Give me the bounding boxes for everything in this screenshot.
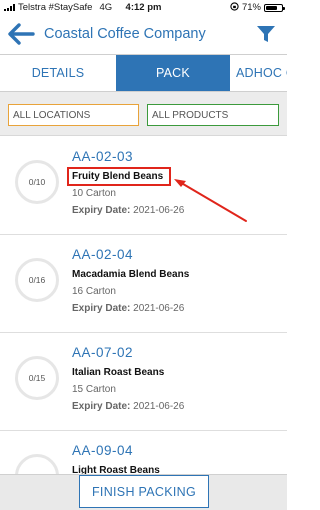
- status-bar: Telstra #StaySafe 4G 4:12 pm 71%: [0, 0, 287, 15]
- expiry-value: 2021-06-26: [133, 205, 185, 216]
- footer-bar: FINISH PACKING: [0, 474, 287, 510]
- status-right: 71%: [230, 1, 285, 14]
- battery-percent: 71%: [241, 2, 261, 13]
- locations-select[interactable]: ALL LOCATIONS: [8, 104, 139, 126]
- item-expiry: Expiry Date: 2021-06-26: [72, 303, 184, 314]
- progress-ring: 0/10: [15, 160, 59, 204]
- page-title: Coastal Coffee Company: [44, 25, 206, 42]
- filter-bar: ALL LOCATIONS ALL PRODUCTS: [0, 92, 287, 136]
- item-product-name: Macadamia Blend Beans: [72, 269, 190, 280]
- battery-icon: [264, 3, 285, 12]
- expiry-label: Expiry Date:: [72, 205, 131, 216]
- item-expiry: Expiry Date: 2021-06-26: [72, 401, 184, 412]
- progress-ring: 0/15: [15, 356, 59, 400]
- tab-bar: DETAILS PACK ADHOC C: [0, 54, 287, 92]
- list-item[interactable]: 0/10 AA-02-03 Fruity Blend Beans 10 Cart…: [0, 137, 287, 235]
- lock-rotation-icon: [230, 1, 239, 14]
- filter-button[interactable]: [249, 15, 283, 52]
- expiry-label: Expiry Date:: [72, 401, 131, 412]
- status-left: Telstra #StaySafe 4G: [4, 2, 112, 13]
- progress-ring: [15, 454, 59, 474]
- list-item[interactable]: AA-09-04 Light Roast Beans: [0, 431, 287, 474]
- back-arrow-icon: [8, 22, 35, 45]
- network-label: 4G: [99, 2, 113, 13]
- item-expiry: Expiry Date: 2021-06-26: [72, 205, 184, 216]
- expiry-value: 2021-06-26: [133, 401, 185, 412]
- item-product-name: Fruity Blend Beans: [72, 171, 164, 182]
- tab-details[interactable]: DETAILS: [0, 55, 116, 91]
- item-location-code: AA-09-04: [72, 443, 134, 458]
- tab-pack[interactable]: PACK: [116, 55, 230, 91]
- list-item[interactable]: 0/16 AA-02-04 Macadamia Blend Beans 16 C…: [0, 235, 287, 333]
- app-header: Coastal Coffee Company: [0, 15, 287, 52]
- signal-icon: [4, 4, 15, 11]
- item-product-name: Light Roast Beans: [72, 465, 160, 474]
- item-quantity: 15 Carton: [72, 384, 116, 395]
- item-product-name: Italian Roast Beans: [72, 367, 165, 378]
- carrier-label: Telstra #StaySafe: [18, 2, 93, 13]
- item-location-code: AA-02-04: [72, 247, 134, 262]
- pack-list: 0/10 AA-02-03 Fruity Blend Beans 10 Cart…: [0, 137, 287, 474]
- filter-funnel-icon: [257, 25, 275, 42]
- expiry-label: Expiry Date:: [72, 303, 131, 314]
- item-quantity: 10 Carton: [72, 188, 116, 199]
- finish-packing-button[interactable]: FINISH PACKING: [79, 475, 209, 508]
- products-select[interactable]: ALL PRODUCTS: [147, 104, 279, 126]
- progress-ring: 0/16: [15, 258, 59, 302]
- tab-adhoc[interactable]: ADHOC C: [230, 55, 287, 91]
- item-location-code: AA-02-03: [72, 149, 134, 164]
- item-location-code: AA-07-02: [72, 345, 134, 360]
- list-item[interactable]: 0/15 AA-07-02 Italian Roast Beans 15 Car…: [0, 333, 287, 431]
- item-quantity: 16 Carton: [72, 286, 116, 297]
- expiry-value: 2021-06-26: [133, 303, 185, 314]
- back-button[interactable]: [4, 15, 38, 52]
